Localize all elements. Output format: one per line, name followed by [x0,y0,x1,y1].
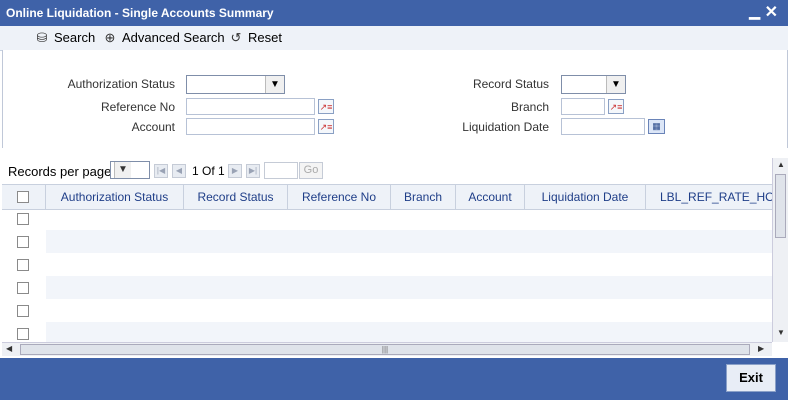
scroll-down-icon[interactable]: ▼ [777,328,785,337]
horizontal-scrollbar[interactable]: ◀ ||| ▶ [2,342,772,356]
table-row[interactable] [46,322,772,343]
reference-no-input[interactable] [186,98,315,115]
row-checkbox[interactable] [17,305,29,317]
chevron-down-icon: ▼ [114,162,131,178]
branch-lov-icon[interactable]: ↗≡ [608,99,624,114]
exit-button[interactable]: Exit [726,364,776,392]
advanced-search-button-label: Advanced Search [122,30,225,45]
column-header-branch[interactable]: Branch [391,185,456,209]
go-button[interactable]: Go [299,162,323,179]
select-all-cell [2,185,46,209]
authorization-status-label: Authorization Status [67,77,175,91]
authorization-status-select[interactable]: ▼ [186,75,285,94]
search-button-label: Search [54,30,96,45]
table-row[interactable] [46,299,772,322]
reset-icon: ↺ [230,30,242,45]
account-label: Account [131,120,175,134]
column-header-account[interactable]: Account [456,185,525,209]
calendar-icon[interactable]: ▦ [648,119,665,134]
next-page-icon[interactable]: ▶ [228,164,242,178]
toolbar: ⛁ Search ⊕ Advanced Search ↺ Reset [0,26,788,51]
title-bar: Online Liquidation - Single Accounts Sum… [0,0,788,26]
vertical-scrollbar[interactable]: ▲ ▼ [772,158,788,342]
column-header-liquidation-date[interactable]: Liquidation Date [525,185,646,209]
close-icon[interactable]: ✕ [765,2,778,22]
scroll-right-icon[interactable]: ▶ [758,344,764,353]
table-row[interactable] [46,276,772,299]
page-info: 1 Of 1 [192,164,225,178]
row-checkbox[interactable] [17,259,29,271]
previous-page-icon[interactable]: ◀ [172,164,186,178]
records-per-page-label: Records per page [8,164,112,179]
first-page-icon[interactable]: |◀ [154,164,168,178]
row-checkbox[interactable] [17,236,29,248]
reference-no-label: Reference No [100,100,175,114]
results-grid: Authorization Status Record Status Refer… [2,184,772,343]
search-panel: Authorization Status ▼ Reference No ↗≡ A… [2,50,788,148]
scroll-up-icon[interactable]: ▲ [777,160,785,169]
account-lov-icon[interactable]: ↗≡ [318,119,334,134]
column-header-record-status[interactable]: Record Status [184,185,288,209]
footer-bar [0,358,788,400]
table-row[interactable] [46,207,772,230]
row-checkbox[interactable] [17,213,29,225]
scroll-left-icon[interactable]: ◀ [6,344,12,353]
liquidation-date-input[interactable] [561,118,645,135]
column-header-authorization-status[interactable]: Authorization Status [46,185,184,209]
pager: Records per page 15 ▼ |◀ ◀ 1 Of 1 ▶ ▶| G… [2,158,772,184]
record-status-select[interactable]: ▼ [561,75,626,94]
window-title: Online Liquidation - Single Accounts Sum… [6,6,274,20]
row-checkbox[interactable] [17,328,29,340]
table-row[interactable] [46,253,772,276]
select-all-checkbox[interactable] [17,191,29,203]
advanced-search-icon: ⊕ [104,30,116,45]
liquidation-date-label: Liquidation Date [462,120,549,134]
advanced-search-button[interactable]: ⊕ Advanced Search [102,30,225,46]
go-page-input[interactable] [264,162,298,179]
record-status-label: Record Status [472,77,549,91]
reset-button-label: Reset [248,30,282,45]
branch-label: Branch [510,100,549,114]
column-header-ref-rate[interactable]: LBL_REF_RATE_HO [646,185,772,209]
row-checkbox[interactable] [17,282,29,294]
search-button[interactable]: ⛁ Search [34,30,96,46]
reset-button[interactable]: ↺ Reset [228,30,282,46]
last-page-icon[interactable]: ▶| [246,164,260,178]
reference-no-lov-icon[interactable]: ↗≡ [318,99,334,114]
account-input[interactable] [186,118,315,135]
branch-input[interactable] [561,98,605,115]
chevron-down-icon: ▼ [606,76,625,93]
vertical-scroll-thumb[interactable] [775,174,786,238]
horizontal-scroll-thumb[interactable]: ||| [20,344,750,355]
database-search-icon: ⛁ [36,30,48,45]
table-row[interactable] [46,230,772,253]
chevron-down-icon: ▼ [265,76,284,93]
column-header-reference-no[interactable]: Reference No [288,185,391,209]
minimize-icon[interactable]: ▁ [749,3,760,20]
records-per-page-select[interactable]: 15 ▼ [110,161,150,179]
